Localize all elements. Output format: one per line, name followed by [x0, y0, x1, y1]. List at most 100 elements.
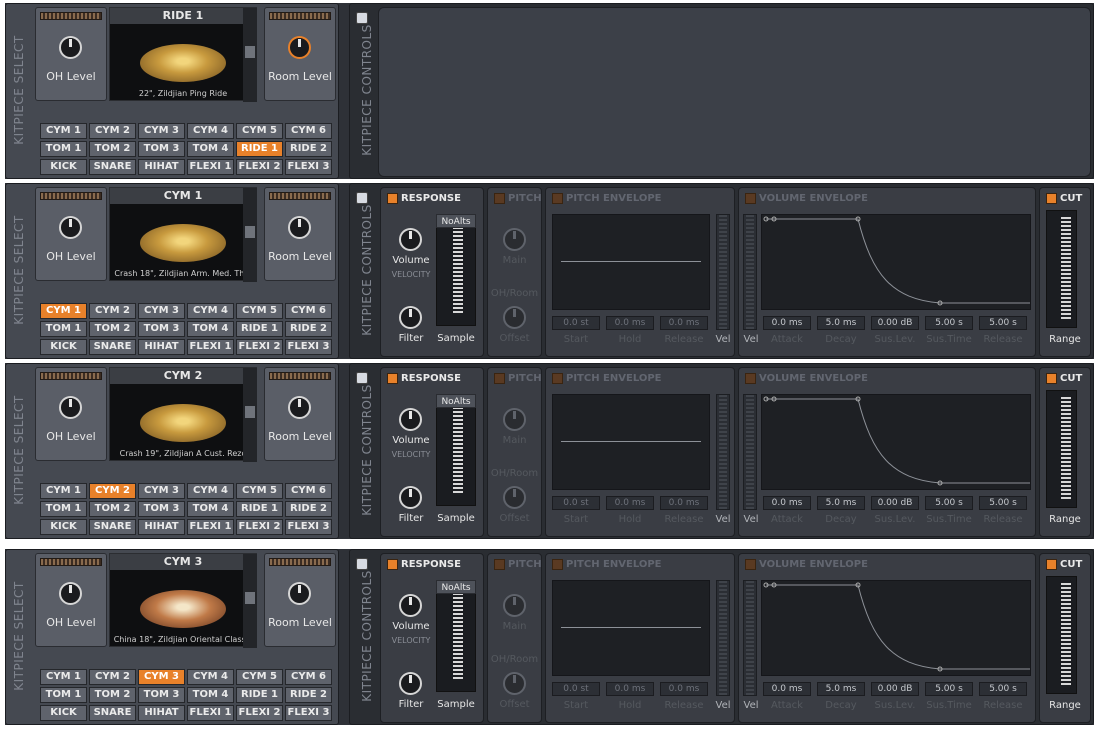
- pitch-main-knob[interactable]: [503, 594, 526, 617]
- kitpiece-button[interactable]: TOM 4: [187, 501, 234, 517]
- kitpiece-button[interactable]: KICK: [40, 519, 87, 535]
- cut-range-slider[interactable]: [1046, 576, 1077, 694]
- vol-env-value[interactable]: 0.00 dB: [871, 496, 919, 510]
- kitpiece-button[interactable]: CYM 3: [138, 669, 185, 685]
- kitpiece-button[interactable]: TOM 1: [40, 687, 87, 703]
- kitpiece-button[interactable]: CYM 1: [40, 123, 87, 139]
- vol-env-led[interactable]: [745, 193, 756, 204]
- kitpiece-button[interactable]: CYM 5: [236, 123, 283, 139]
- kitpiece-button[interactable]: TOM 4: [187, 687, 234, 703]
- kitpiece-button[interactable]: TOM 2: [89, 501, 136, 517]
- kitpiece-button[interactable]: TOM 2: [89, 321, 136, 337]
- vol-env-value[interactable]: 0.0 ms: [763, 682, 811, 696]
- vol-env-value[interactable]: 5.00 s: [925, 316, 973, 330]
- kitpiece-button[interactable]: CYM 2: [89, 303, 136, 319]
- noalts-button[interactable]: NoAlts: [436, 394, 476, 408]
- kitpiece-button[interactable]: SNARE: [89, 705, 136, 721]
- kitpiece-button[interactable]: RIDE 2: [285, 501, 332, 517]
- kitpiece-button[interactable]: TOM 4: [187, 141, 234, 157]
- vol-env-graph[interactable]: [761, 214, 1031, 310]
- kitpiece-button[interactable]: RIDE 1: [236, 501, 283, 517]
- kitpiece-button[interactable]: FLEXI 1: [187, 339, 234, 355]
- kitpiece-button[interactable]: CYM 6: [285, 669, 332, 685]
- sample-slider[interactable]: [436, 214, 476, 326]
- kitpiece-button[interactable]: FLEXI 3: [285, 159, 332, 175]
- vol-env-led[interactable]: [745, 373, 756, 384]
- pitch-main-knob[interactable]: [503, 408, 526, 431]
- vol-env-value[interactable]: 5.00 s: [979, 496, 1027, 510]
- volume-knob[interactable]: [399, 408, 422, 431]
- vol-env-led[interactable]: [745, 559, 756, 570]
- kitpiece-button[interactable]: FLEXI 2: [236, 519, 283, 535]
- vol-env-value[interactable]: 5.0 ms: [817, 682, 865, 696]
- image-scrollbar[interactable]: [243, 368, 257, 462]
- kitpiece-button[interactable]: HIHAT: [138, 705, 185, 721]
- noalts-button[interactable]: NoAlts: [436, 214, 476, 228]
- kitpiece-button[interactable]: FLEXI 1: [187, 519, 234, 535]
- cut-led[interactable]: [1046, 559, 1057, 570]
- vol-env-vel-slider[interactable]: [743, 394, 757, 510]
- kitpiece-button[interactable]: CYM 3: [138, 303, 185, 319]
- kitpiece-button[interactable]: CYM 1: [40, 669, 87, 685]
- vol-env-vel-slider[interactable]: [743, 214, 757, 330]
- pitch-env-value[interactable]: 0.0 st: [552, 496, 600, 510]
- kitpiece-button[interactable]: CYM 6: [285, 123, 332, 139]
- oh-level-knob[interactable]: [59, 216, 82, 239]
- image-scrollbar[interactable]: [243, 188, 257, 282]
- vol-env-value[interactable]: 5.00 s: [925, 682, 973, 696]
- kitpiece-button[interactable]: TOM 2: [89, 141, 136, 157]
- volume-knob[interactable]: [399, 228, 422, 251]
- kitpiece-button[interactable]: CYM 6: [285, 483, 332, 499]
- pitch-env-value[interactable]: 0.0 ms: [606, 682, 654, 696]
- pitch-env-graph[interactable]: [552, 214, 710, 310]
- kitpiece-button[interactable]: KICK: [40, 705, 87, 721]
- room-level-knob[interactable]: [288, 216, 311, 239]
- pitch-main-knob[interactable]: [503, 228, 526, 251]
- kitpiece-button[interactable]: CYM 6: [285, 303, 332, 319]
- cut-led[interactable]: [1046, 373, 1057, 384]
- pitch-env-vel-slider[interactable]: [716, 214, 730, 330]
- kitpiece-button[interactable]: RIDE 2: [285, 141, 332, 157]
- kitpiece-button[interactable]: FLEXI 1: [187, 159, 234, 175]
- kitpiece-button[interactable]: CYM 2: [89, 669, 136, 685]
- kitpiece-button[interactable]: CYM 4: [187, 303, 234, 319]
- pitch-offset-knob[interactable]: [503, 486, 526, 509]
- image-scrollbar[interactable]: [243, 554, 257, 648]
- kitpiece-button[interactable]: CYM 5: [236, 669, 283, 685]
- kitpiece-button[interactable]: FLEXI 3: [285, 705, 332, 721]
- pitch-env-value[interactable]: 0.0 ms: [660, 316, 708, 330]
- kitpiece-button[interactable]: CYM 5: [236, 303, 283, 319]
- kitpiece-button[interactable]: RIDE 2: [285, 687, 332, 703]
- kitpiece-button[interactable]: HIHAT: [138, 159, 185, 175]
- kitpiece-button[interactable]: FLEXI 2: [236, 339, 283, 355]
- kitpiece-button[interactable]: HIHAT: [138, 339, 185, 355]
- image-scrollbar[interactable]: [243, 8, 257, 102]
- scroll-thumb[interactable]: [245, 406, 255, 418]
- scroll-thumb[interactable]: [245, 46, 255, 58]
- noalts-button[interactable]: NoAlts: [436, 580, 476, 594]
- pitch-env-vel-slider[interactable]: [716, 580, 730, 696]
- volume-knob[interactable]: [399, 594, 422, 617]
- kitpiece-button[interactable]: CYM 2: [89, 123, 136, 139]
- pitch-led[interactable]: [494, 193, 505, 204]
- kitpiece-button[interactable]: TOM 3: [138, 501, 185, 517]
- kitpiece-button[interactable]: FLEXI 1: [187, 705, 234, 721]
- pitch-env-graph[interactable]: [552, 580, 710, 676]
- vol-env-value[interactable]: 5.00 s: [979, 682, 1027, 696]
- vol-env-value[interactable]: 5.00 s: [979, 316, 1027, 330]
- pitch-env-value[interactable]: 0.0 ms: [660, 682, 708, 696]
- kitpiece-button[interactable]: CYM 4: [187, 483, 234, 499]
- kitpiece-button[interactable]: RIDE 2: [285, 321, 332, 337]
- kitpiece-button[interactable]: RIDE 1: [236, 321, 283, 337]
- kitpiece-button[interactable]: KICK: [40, 339, 87, 355]
- kitpiece-button[interactable]: TOM 4: [187, 321, 234, 337]
- kitpiece-button[interactable]: SNARE: [89, 159, 136, 175]
- filter-knob[interactable]: [399, 306, 422, 329]
- pitch-led[interactable]: [494, 373, 505, 384]
- pitch-env-graph[interactable]: [552, 394, 710, 490]
- kitpiece-button[interactable]: SNARE: [89, 519, 136, 535]
- filter-knob[interactable]: [399, 486, 422, 509]
- vol-env-value[interactable]: 5.0 ms: [817, 496, 865, 510]
- kitpiece-button[interactable]: SNARE: [89, 339, 136, 355]
- response-led[interactable]: [387, 373, 398, 384]
